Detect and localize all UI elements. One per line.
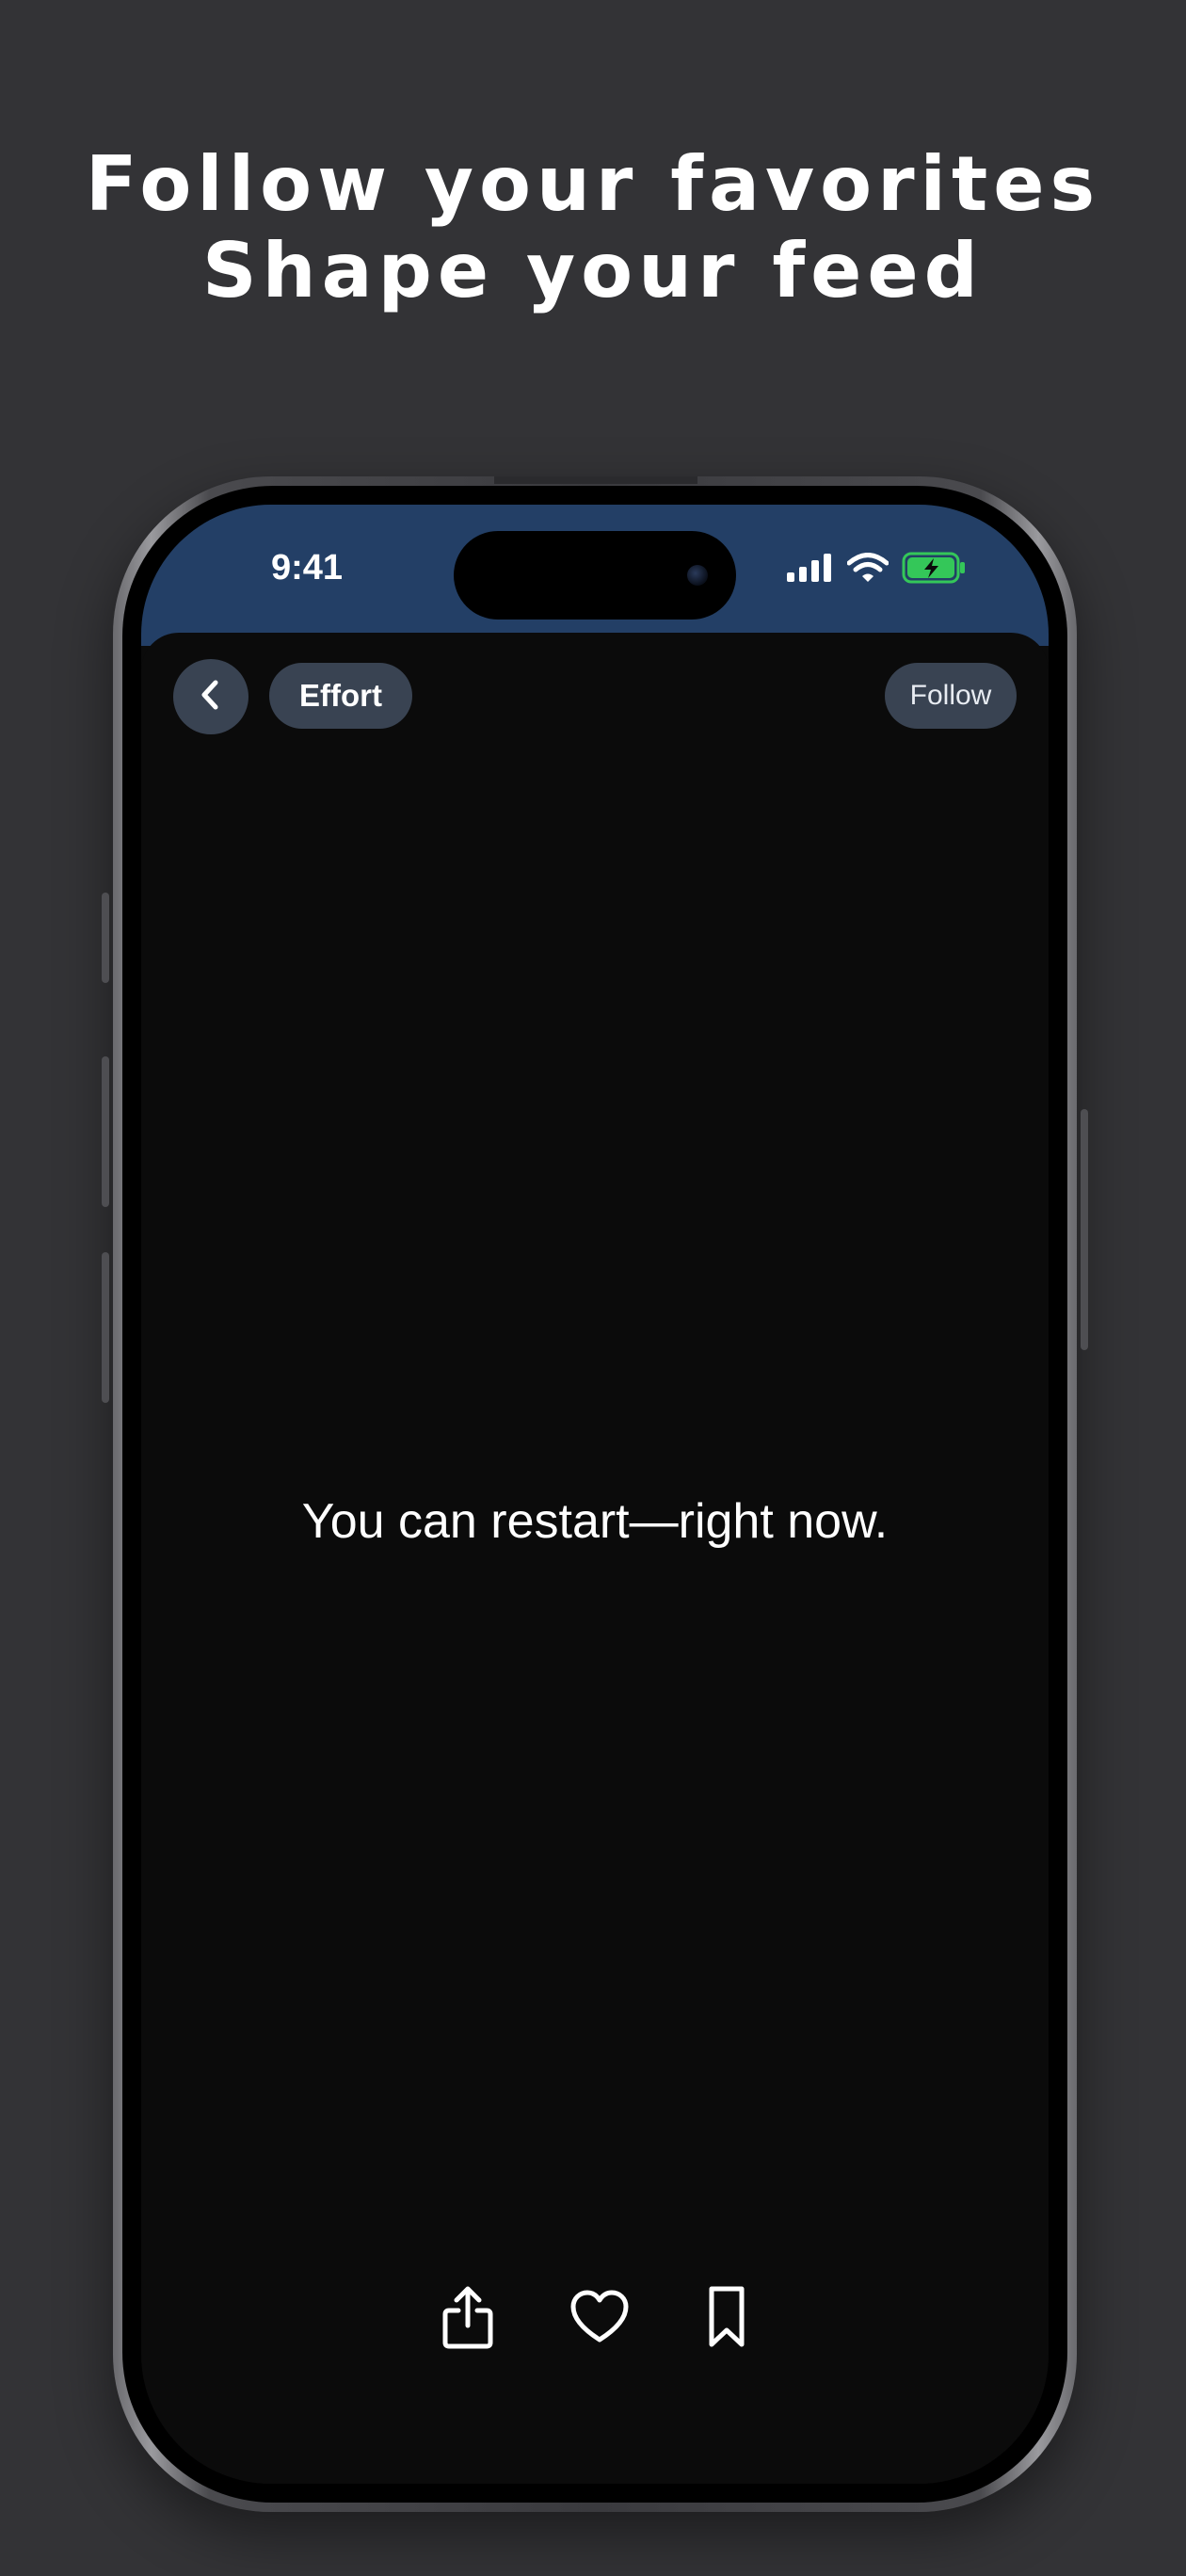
share-icon	[440, 2284, 496, 2354]
volume-up-button	[102, 1056, 109, 1207]
battery-charging-icon	[902, 552, 968, 588]
front-camera	[687, 565, 708, 586]
status-icons	[787, 552, 968, 588]
antenna-band	[494, 476, 697, 484]
headline-line-2: Shape your feed	[202, 227, 984, 314]
status-bar: 9:41	[141, 505, 1049, 646]
dynamic-island	[454, 531, 736, 620]
phone-screen: 9:41 Effort Follow You can restart—right…	[141, 505, 1049, 2484]
chevron-left-icon	[197, 679, 225, 715]
bookmark-button[interactable]	[703, 2286, 750, 2352]
volume-down-button	[102, 1252, 109, 1403]
heart-icon	[569, 2289, 630, 2349]
action-bar	[141, 2286, 1049, 2352]
marketing-headline: Follow your favorites Shape your feed	[0, 141, 1186, 314]
back-button[interactable]	[173, 659, 248, 734]
power-button	[1081, 1109, 1088, 1350]
headline-line-1: Follow your favorites	[85, 140, 1101, 228]
status-time: 9:41	[271, 548, 344, 588]
quote-text: You can restart—right now.	[301, 1494, 889, 1549]
bookmark-icon	[703, 2284, 750, 2354]
topic-chip[interactable]: Effort	[269, 663, 412, 729]
follow-button[interactable]: Follow	[885, 663, 1017, 729]
action-button	[102, 893, 109, 983]
like-button[interactable]	[569, 2286, 630, 2352]
content-sheet	[141, 633, 1049, 2484]
wifi-icon	[846, 553, 890, 587]
share-button[interactable]	[440, 2286, 496, 2352]
signal-bars-icon	[787, 554, 834, 586]
